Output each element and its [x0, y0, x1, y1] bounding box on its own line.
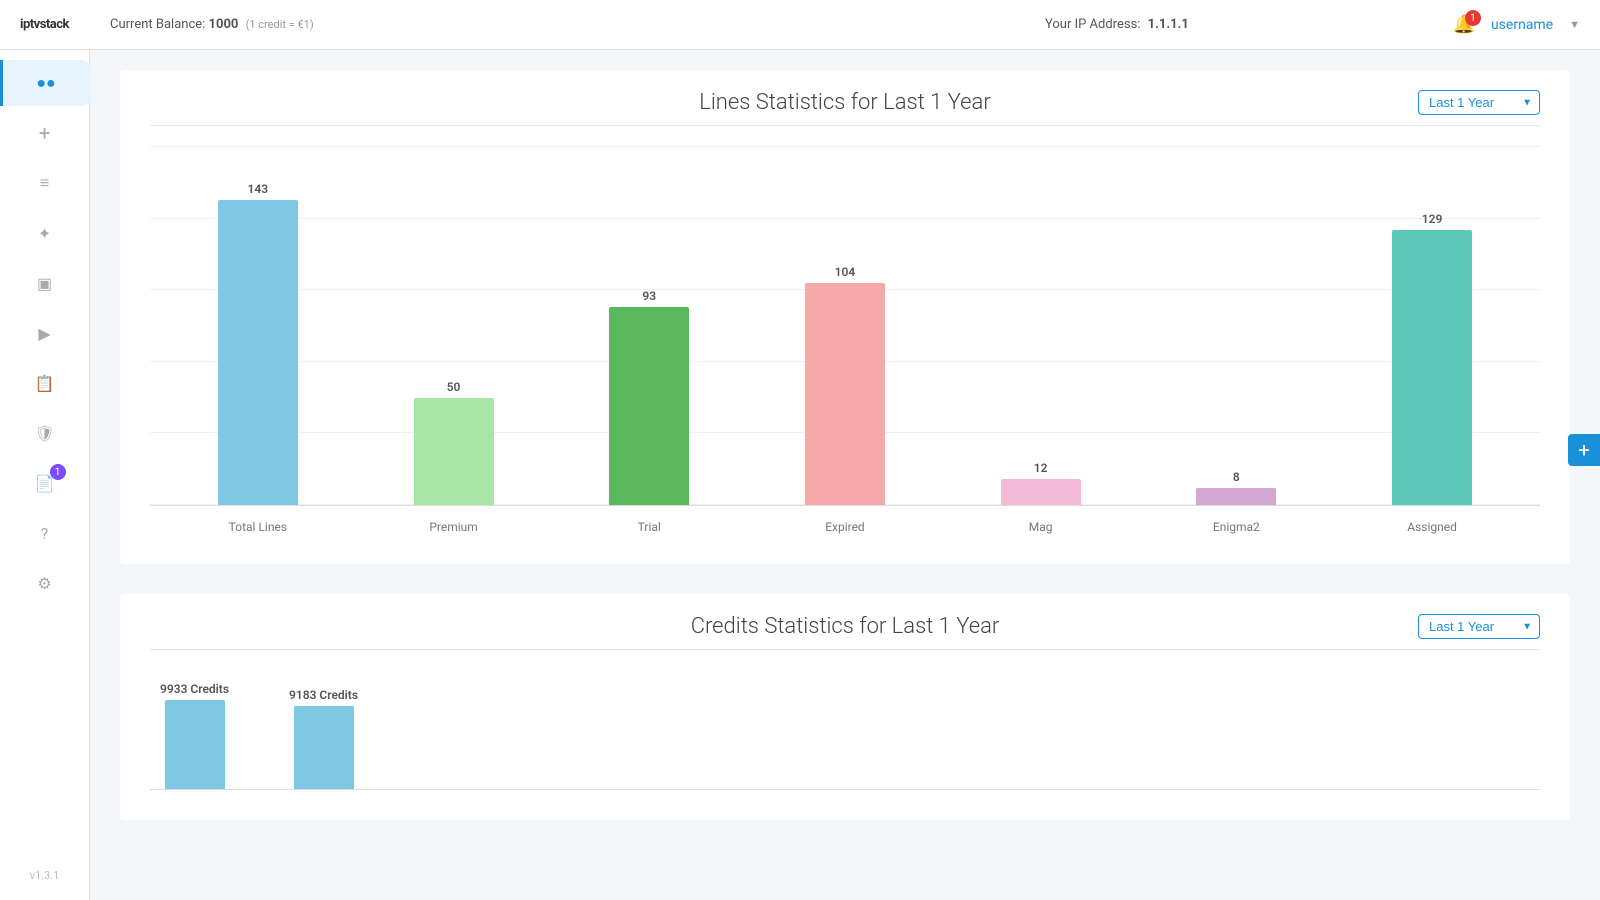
bar-value-label: 12 [1034, 461, 1048, 475]
ip-label: Your IP Address: [1045, 17, 1140, 32]
credits-bar-group: 9933 Credits [160, 682, 229, 789]
sidebar-item-bouquets[interactable]: ▣ [20, 260, 70, 306]
sidebar-item-resellers[interactable]: ✦ [20, 210, 70, 256]
sidebar-version: v1.3.1 [30, 869, 60, 890]
bar-axis-label: Enigma2 [1186, 520, 1286, 534]
sidebar-item-clipboard[interactable]: 📋 [20, 360, 70, 406]
dashboard-icon: ●● [36, 73, 55, 93]
ip-section: Your IP Address: 1.1.1.1 [781, 17, 1452, 32]
credits-bar-chart-container: 9933 Credits 9183 Credits [150, 670, 1540, 790]
bar-rect [1392, 230, 1472, 505]
lines-chart-section: Lines Statistics for Last 1 Year Last 1 … [120, 70, 1570, 564]
bar-group: 143 [218, 182, 298, 505]
lines-bar-chart-container: 143 50 93 104 12 8 129 Total Lines Premium Trial… [150, 146, 1540, 534]
sidebar-item-add[interactable]: + [20, 110, 70, 156]
notifications-bell[interactable]: 🔔 1 [1453, 14, 1475, 35]
grid-line [150, 218, 1540, 219]
credits-bar-group: 9183 Credits [289, 688, 358, 789]
bar-group: 12 [1001, 461, 1081, 505]
balance-value: 1000 [209, 17, 239, 32]
lines-period-select-wrapper[interactable]: Last 1 Year Last 6 Months Last 3 Months … [1418, 90, 1540, 115]
bar-group: 93 [609, 289, 689, 505]
sidebar-item-dashboard[interactable]: ●● [0, 60, 90, 106]
bar-group: 129 [1392, 212, 1472, 505]
lines-bar-chart: 143 50 93 104 12 8 129 [150, 146, 1540, 506]
balance-section: Current Balance: 1000 (1 credit = €1) [110, 17, 781, 32]
plus-icon: + [39, 121, 50, 145]
bar-value-label: 50 [447, 380, 461, 394]
lines-divider [150, 125, 1540, 126]
sidebar-item-help[interactable]: ? [20, 510, 70, 556]
sidebar-item-lines[interactable]: ≡ [20, 160, 70, 206]
main-content: Lines Statistics for Last 1 Year Last 1 … [90, 50, 1600, 900]
credits-bar-rect [165, 700, 225, 789]
credits-period-select[interactable]: Last 1 Year Last 6 Months Last 3 Months … [1418, 614, 1540, 639]
credits-bar-value: 9183 Credits [289, 688, 358, 702]
bar-axis-label: Assigned [1382, 520, 1482, 534]
bar-group: 104 [805, 265, 885, 505]
credits-divider [150, 649, 1540, 650]
bar-axis-label: Premium [404, 520, 504, 534]
balance-note: (1 credit = €1) [246, 18, 314, 31]
logo: iptvstack [20, 17, 110, 32]
lines-period-select[interactable]: Last 1 Year Last 6 Months Last 3 Months … [1418, 90, 1540, 115]
lines-section-header: Lines Statistics for Last 1 Year Last 1 … [150, 90, 1540, 115]
credits-period-select-wrapper[interactable]: Last 1 Year Last 6 Months Last 3 Months … [1418, 614, 1540, 639]
balance-label: Current Balance: [110, 17, 205, 32]
bar-rect [218, 200, 298, 505]
ip-value: 1.1.1.1 [1148, 17, 1189, 32]
gear-icon: ⚙ [37, 574, 51, 593]
sidebar-item-settings[interactable]: ⚙ [20, 560, 70, 606]
bar-rect [1196, 488, 1276, 505]
bar-group: 8 [1196, 470, 1276, 505]
bar-axis-label: Trial [599, 520, 699, 534]
user-menu-chevron[interactable]: ▼ [1569, 18, 1580, 31]
credits-bar-rect [294, 706, 354, 789]
credits-bar-chart: 9933 Credits 9183 Credits [150, 670, 1540, 790]
sidebar: ●● + ≡ ✦ ▣ ▶ 📋 🛡 📄 1 ? ⚙ [0, 50, 90, 900]
bar-rect [805, 283, 885, 505]
bouquets-icon: ▣ [37, 274, 52, 293]
bar-rect [1001, 479, 1081, 505]
header: iptvstack Current Balance: 1000 (1 credi… [0, 0, 1600, 50]
credits-chart-section: Credits Statistics for Last 1 Year Last … [120, 594, 1570, 820]
notification-badge: 1 [1465, 10, 1481, 26]
resellers-icon: ✦ [38, 224, 51, 243]
bar-axis-label: Mag [991, 520, 1091, 534]
sidebar-item-reports[interactable]: 📄 1 [20, 460, 70, 506]
streams-icon: ▶ [38, 324, 50, 343]
bar-value-label: 8 [1233, 470, 1240, 484]
bar-value-label: 93 [642, 289, 656, 303]
bar-value-label: 143 [248, 182, 269, 196]
logo-text: iptvstack [20, 17, 69, 32]
header-right: 🔔 1 username ▼ [1453, 14, 1580, 35]
lines-chart-title: Lines Statistics for Last 1 Year [613, 90, 1076, 115]
help-icon: ? [41, 524, 49, 543]
credits-section-header: Credits Statistics for Last 1 Year Last … [150, 614, 1540, 639]
bar-group: 50 [414, 380, 494, 505]
main-layout: ●● + ≡ ✦ ▣ ▶ 📋 🛡 📄 1 ? ⚙ [0, 50, 1600, 900]
credits-chart-title: Credits Statistics for Last 1 Year [613, 614, 1076, 639]
bar-axis-label: Expired [795, 520, 895, 534]
reports-badge: 1 [50, 464, 66, 480]
lines-icon: ≡ [40, 173, 49, 193]
bar-labels-row: Total Lines Premium Trial Expired Mag Enigma2… [150, 506, 1540, 534]
shield-icon: 🛡 [34, 424, 54, 443]
grid-line [150, 146, 1540, 147]
sidebar-item-security[interactable]: 🛡 [20, 410, 70, 456]
username-display[interactable]: username [1491, 17, 1553, 33]
bar-rect [609, 307, 689, 505]
bar-rect [414, 398, 494, 505]
fab-button[interactable]: + [1568, 434, 1600, 466]
bar-value-label: 129 [1422, 212, 1443, 226]
sidebar-item-streams[interactable]: ▶ [20, 310, 70, 356]
bar-axis-label: Total Lines [208, 520, 308, 534]
clipboard-icon: 📋 [35, 374, 55, 393]
bar-value-label: 104 [835, 265, 856, 279]
credits-bar-value: 9933 Credits [160, 682, 229, 696]
